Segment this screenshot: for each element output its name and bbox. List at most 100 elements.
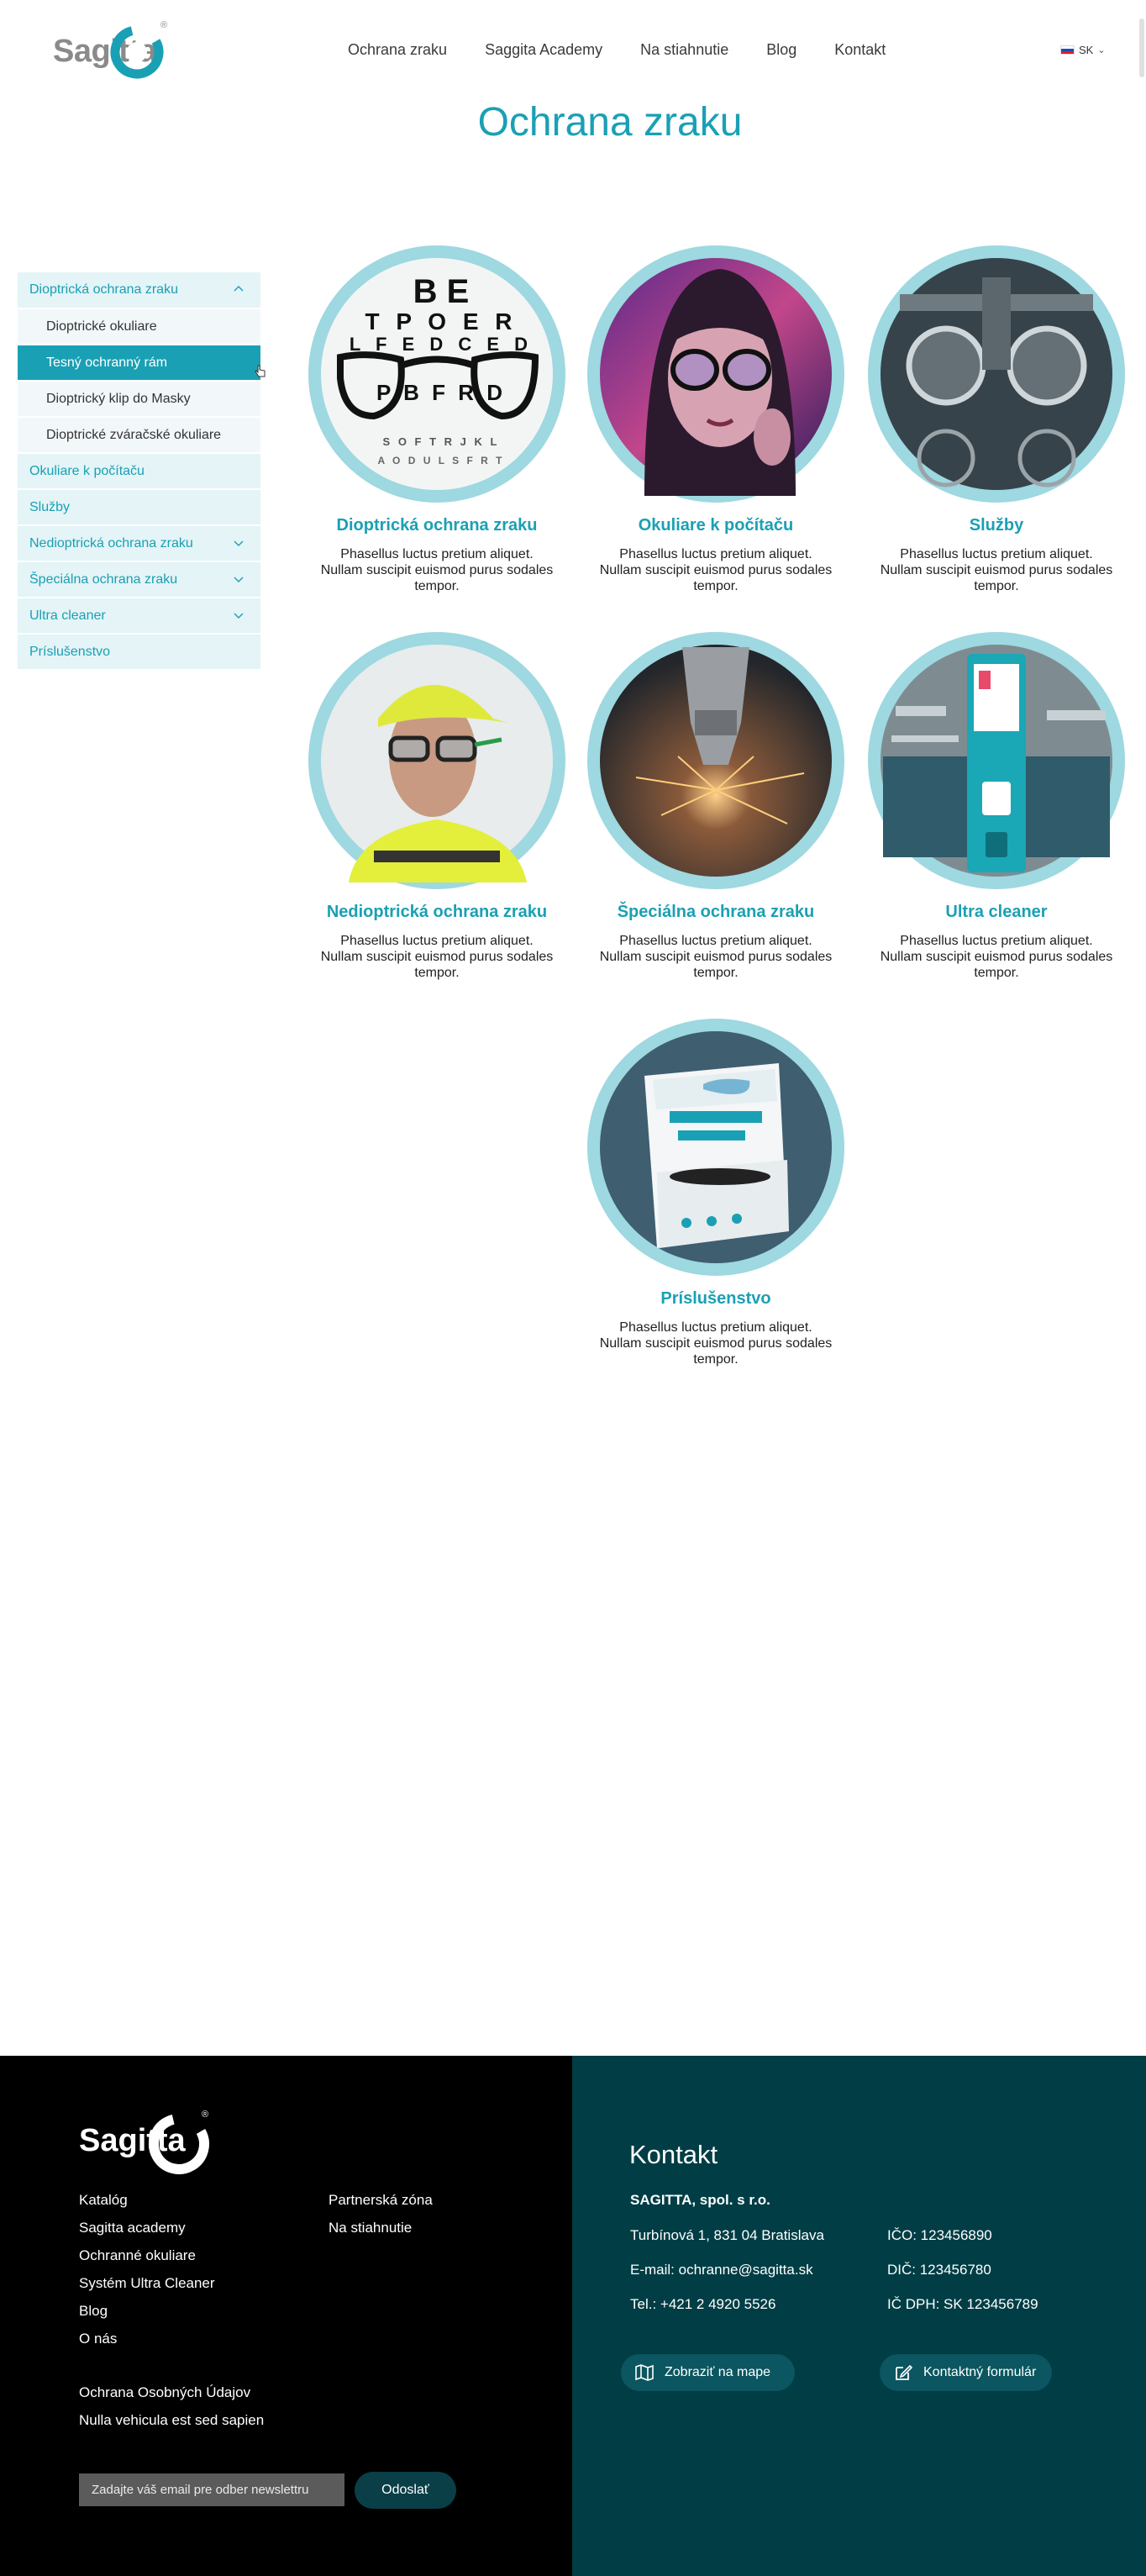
contact-form-label: Kontaktný formulár xyxy=(923,2365,1037,2379)
contact-email[interactable]: E-mail: ochranne@sagitta.sk xyxy=(630,2262,813,2278)
footer-link-katalog[interactable]: Katalóg xyxy=(79,2192,128,2209)
sidebar-subitem-klip-masky[interactable]: Dioptrický klip do Masky xyxy=(18,382,260,416)
card-title[interactable]: Špeciálna ochrana zraku xyxy=(586,903,846,922)
svg-text:A O D U L S F R T: A O D U L S F R T xyxy=(377,455,504,466)
nav-ochrana-zraku[interactable]: Ochrana zraku xyxy=(348,41,447,59)
sidebar-item-label: Dioptrická ochrana zraku xyxy=(29,282,178,297)
category-sidebar: Dioptrická ochrana zraku Dioptrické okul… xyxy=(18,272,265,671)
footer-link-ochranne-okuliare[interactable]: Ochranné okuliare xyxy=(79,2247,196,2264)
edit-form-icon xyxy=(896,2364,913,2380)
card-description: Phasellus luctus pretium aliquet. Nullam… xyxy=(599,934,833,980)
laser-cutting-image[interactable] xyxy=(586,630,846,891)
trial-frame-image[interactable] xyxy=(866,244,1127,504)
map-icon xyxy=(635,2364,654,2381)
sidebar-subitem-label: Dioptrický klip do Masky xyxy=(46,391,191,406)
card-description: Phasellus luctus pretium aliquet. Nullam… xyxy=(880,547,1113,593)
sidebar-item-label: Nedioptrická ochrana zraku xyxy=(29,535,193,550)
wipes-box-image[interactable] xyxy=(586,1017,846,1277)
card-description: Phasellus luctus pretium aliquet. Nullam… xyxy=(880,934,1113,980)
footer-link-nulla-vehicula[interactable]: Nulla vehicula est sed sapien xyxy=(79,2412,264,2429)
sidebar-subitem-label: Dioptrické okuliare xyxy=(46,319,157,334)
contact-icdph: IČ DPH: SK 123456789 xyxy=(887,2296,1038,2312)
category-card[interactable]: Služby Phasellus luctus pretium aliquet.… xyxy=(866,244,1127,597)
category-card[interactable]: Špeciálna ochrana zraku Phasellus luctus… xyxy=(586,630,846,983)
card-title[interactable]: Nedioptrická ochrana zraku xyxy=(307,903,567,922)
sidebar-subitem-zvaracske[interactable]: Dioptrické zváračské okuliare xyxy=(18,418,260,452)
sidebar-subitem-label: Dioptrické zváračské okuliare xyxy=(46,427,222,442)
newsletter-submit-button[interactable]: Odoslať xyxy=(355,2472,456,2509)
sagitta-logo[interactable]: Sagitta ® xyxy=(53,20,167,81)
contact-company: SAGITTA, spol. s r.o. xyxy=(630,2192,770,2208)
sidebar-item-specialna[interactable]: Špeciálna ochrana zraku xyxy=(18,562,260,597)
sidebar-item-label: Služby xyxy=(29,499,71,514)
sidebar-item-label: Okuliare k počítaču xyxy=(29,463,145,478)
card-title[interactable]: Ultra cleaner xyxy=(866,903,1127,922)
footer-logo-ring-icon xyxy=(149,2114,209,2174)
nav-saggita-academy[interactable]: Saggita Academy xyxy=(485,41,602,59)
woman-computer-glasses-image[interactable] xyxy=(586,244,846,504)
card-description: Phasellus luctus pretium aliquet. Nullam… xyxy=(320,934,554,980)
chevron-down-icon: ⌄ xyxy=(1097,45,1106,55)
sidebar-subitem-dioptricke-okuliare[interactable]: Dioptrické okuliare xyxy=(18,309,260,344)
card-description: Phasellus luctus pretium aliquet. Nullam… xyxy=(320,547,554,593)
contact-phone[interactable]: Tel.: +421 2 4920 5526 xyxy=(630,2296,775,2313)
card-title[interactable]: Služby xyxy=(866,516,1127,535)
category-card[interactable]: B E T P O E R L F E D C E D P B F R D S … xyxy=(307,244,567,597)
card-title[interactable]: Dioptrická ochrana zraku xyxy=(307,516,567,535)
worker-safety-glasses-image[interactable] xyxy=(307,630,567,891)
footer-logo-registered-mark: ® xyxy=(202,2110,209,2120)
show-map-button[interactable]: Zobraziť na mape xyxy=(621,2354,795,2391)
footer-link-blog[interactable]: Blog xyxy=(79,2303,108,2320)
hand-cursor-icon xyxy=(255,365,265,377)
eye-chart-glasses-image[interactable]: B E T P O E R L F E D C E D P B F R D S … xyxy=(307,244,567,504)
nav-kontakt[interactable]: Kontakt xyxy=(834,41,886,59)
sidebar-subitem-label: Tesný ochranný rám xyxy=(46,355,168,370)
sidebar-item-dioptricka[interactable]: Dioptrická ochrana zraku xyxy=(18,272,260,308)
card-description: Phasellus luctus pretium aliquet. Nullam… xyxy=(599,547,833,593)
card-description: Phasellus luctus pretium aliquet. Nullam… xyxy=(599,1320,833,1367)
svg-text:T P O E R: T P O E R xyxy=(365,308,517,335)
sidebar-item-prislusenstvo[interactable]: Príslušenstvo xyxy=(18,635,260,669)
sidebar-item-nedioptricka[interactable]: Nedioptrická ochrana zraku xyxy=(18,526,260,561)
nav-blog[interactable]: Blog xyxy=(766,41,796,59)
contact-title: Kontakt xyxy=(629,2140,718,2169)
footer-link-na-stiahnutie[interactable]: Na stiahnutie xyxy=(329,2220,412,2236)
category-card[interactable]: Príslušenstvo Phasellus luctus pretium a… xyxy=(586,1017,846,1370)
page-title: Ochrana zraku xyxy=(477,100,743,145)
category-card[interactable]: Ultra cleaner Phasellus luctus pretium a… xyxy=(866,630,1127,983)
sidebar-subitem-tesny-ram[interactable]: Tesný ochranný rám xyxy=(18,345,260,380)
svg-text:S O F T R J K L: S O F T R J K L xyxy=(383,435,500,448)
main-nav: Ochrana zraku Saggita Academy Na stiahnu… xyxy=(348,41,923,59)
show-map-label: Zobraziť na mape xyxy=(665,2365,771,2379)
sidebar-item-ultra-cleaner[interactable]: Ultra cleaner xyxy=(18,598,260,633)
footer-contact-panel xyxy=(572,2056,1146,2576)
contact-dic: DIČ: 123456780 xyxy=(887,2262,991,2278)
footer-link-ultra-cleaner[interactable]: Systém Ultra Cleaner xyxy=(79,2275,215,2292)
language-code: SK xyxy=(1079,44,1094,56)
svg-text:B E: B E xyxy=(413,273,470,310)
sidebar-item-label: Ultra cleaner xyxy=(29,608,106,623)
logo-ring-icon xyxy=(110,25,164,79)
site-header: Sagitta ® Ochrana zraku Saggita Academy … xyxy=(0,0,1146,101)
chevron-down-icon xyxy=(234,577,244,582)
cleaning-station-image[interactable] xyxy=(866,630,1127,891)
sidebar-item-sluzby[interactable]: Služby xyxy=(18,490,260,524)
newsletter-email-input[interactable] xyxy=(79,2473,344,2506)
footer-link-o-nas[interactable]: O nás xyxy=(79,2331,117,2347)
footer-link-ochrana-udajov[interactable]: Ochrana Osobných Údajov xyxy=(79,2384,250,2401)
footer-link-partnerska-zona[interactable]: Partnerská zóna xyxy=(329,2192,433,2209)
card-title[interactable]: Príslušenstvo xyxy=(586,1289,846,1309)
chevron-down-icon xyxy=(234,540,244,546)
contact-form-button[interactable]: Kontaktný formulár xyxy=(880,2354,1052,2391)
card-title[interactable]: Okuliare k počítaču xyxy=(586,516,846,535)
footer-sagitta-logo[interactable]: Sagitta ® xyxy=(79,2110,213,2180)
contact-ico: IČO: 123456890 xyxy=(887,2227,992,2243)
footer-link-academy[interactable]: Sagitta academy xyxy=(79,2220,186,2236)
category-card[interactable]: Okuliare k počítaču Phasellus luctus pre… xyxy=(586,244,846,597)
svg-text:L F E D C E D: L F E D C E D xyxy=(350,334,533,355)
nav-na-stiahnutie[interactable]: Na stiahnutie xyxy=(640,41,728,59)
sidebar-item-pocitac[interactable]: Okuliare k počítaču xyxy=(18,454,260,488)
category-card[interactable]: Nedioptrická ochrana zraku Phasellus luc… xyxy=(307,630,567,983)
scrollbar[interactable] xyxy=(1139,18,1144,77)
language-switcher[interactable]: SK ⌄ xyxy=(1060,44,1106,56)
